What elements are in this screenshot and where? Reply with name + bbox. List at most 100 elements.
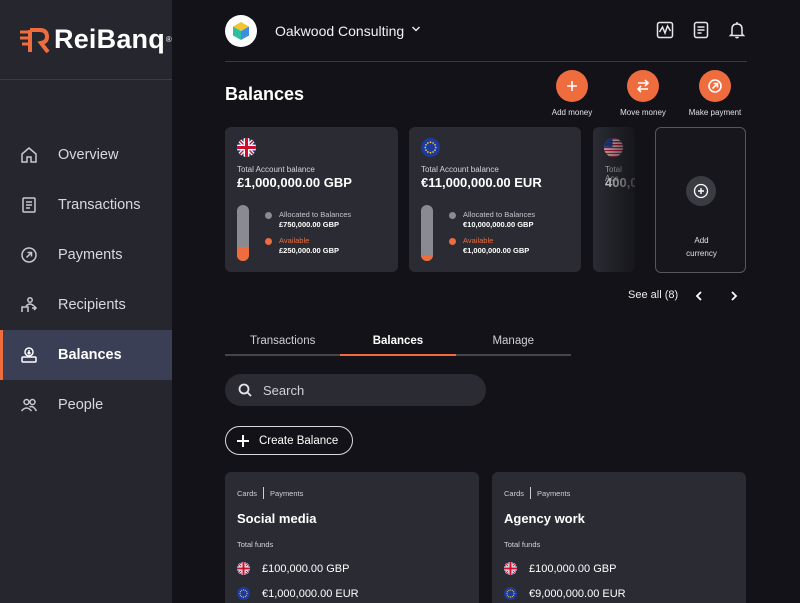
us-flag-icon [604, 138, 623, 157]
recipients-icon [21, 297, 38, 312]
people-icon [20, 398, 38, 412]
available-fill [421, 255, 433, 261]
allocated-value: €10,000,000.00 GBP [463, 220, 534, 229]
sidebar-item-label: Payments [58, 247, 123, 263]
see-all-link[interactable]: See all (8) [628, 289, 678, 301]
sidebar-item-label: Balances [58, 347, 122, 363]
sidebar-item-balances[interactable]: Balances [0, 330, 172, 380]
fund-row: €1,000,000.00 EUR [237, 587, 359, 600]
org-switcher-name[interactable]: Oakwood Consulting [275, 23, 404, 39]
chevron-right-icon [731, 291, 738, 301]
org-avatar[interactable] [225, 15, 257, 47]
eu-flag-icon [504, 587, 517, 600]
available-dot [265, 238, 272, 245]
available-label: Available [463, 236, 494, 245]
cube-logo-icon [233, 22, 249, 40]
tab-transactions[interactable]: Transactions [225, 332, 340, 354]
chevron-down-icon[interactable] [411, 24, 421, 34]
action-label: Add money [551, 108, 593, 117]
tag-divider [530, 487, 532, 499]
balance-card-eur[interactable]: Total Account balance €11,000,000.00 EUR… [409, 127, 581, 272]
balance-card-label: Total Account balance [421, 165, 499, 174]
carousel-next-button[interactable] [728, 289, 740, 301]
sidebar-item-payments[interactable]: Payments [0, 230, 172, 280]
create-balance-label: Create Balance [259, 434, 339, 447]
activity-icon[interactable] [656, 21, 674, 39]
brand-registered-mark: ® [165, 35, 172, 44]
wallet-card-agency-work[interactable]: Cards Payments Agency work Total funds £1… [492, 472, 746, 603]
wallet-card-social-media[interactable]: Cards Payments Social media Total funds £… [225, 472, 479, 603]
chevron-left-icon [695, 291, 702, 301]
eu-flag-icon [421, 138, 440, 157]
allocated-dot [265, 212, 272, 219]
top-header: Oakwood Consulting [225, 0, 747, 62]
document-icon [22, 197, 36, 213]
search-icon [238, 383, 252, 397]
sidebar-item-transactions[interactable]: Transactions [0, 180, 172, 230]
payment-arrow-icon [21, 247, 37, 263]
carousel-prev-button[interactable] [693, 289, 705, 301]
create-balance-button[interactable]: Create Balance [225, 426, 353, 455]
sidebar-item-overview[interactable]: Overview [0, 130, 172, 180]
tag-divider [263, 487, 265, 499]
tab-balances[interactable]: Balances [340, 332, 456, 356]
balance-card-usd[interactable]: Total Acc 400,0 [593, 127, 635, 272]
available-fill [237, 247, 249, 261]
section-tabs: Transactions Balances Manage [225, 332, 571, 356]
fund-value: £100,000.00 GBP [529, 562, 617, 575]
allocated-value: £750,000.00 GBP [279, 220, 340, 229]
balance-card-amount: €11,000,000.00 EUR [421, 175, 542, 190]
action-label: Make payment [688, 108, 742, 117]
allocation-bar [237, 205, 249, 261]
total-funds-label: Total funds [237, 540, 274, 549]
page-title: Balances [225, 84, 305, 104]
available-value: €1,000,000.00 GBP [463, 246, 530, 255]
tag-cards: Cards [504, 488, 525, 498]
report-icon[interactable] [692, 21, 710, 39]
sidebar-item-recipients[interactable]: Recipients [0, 280, 172, 330]
uk-flag-icon [504, 562, 517, 575]
brand-name: ReiBanq [54, 24, 165, 54]
fund-value: £100,000.00 GBP [262, 562, 350, 575]
available-label: Available [279, 236, 310, 245]
add-currency-label-line2: currency [686, 249, 717, 258]
tab-manage[interactable]: Manage [456, 332, 571, 354]
total-funds-label: Total funds [504, 540, 541, 549]
tag-cards: Cards [237, 488, 258, 498]
sidebar: ReiBanq ® Overview Transactions Payments … [0, 0, 172, 603]
make-payment-button[interactable]: Make payment [680, 70, 750, 117]
add-currency-button[interactable]: Add currency [655, 127, 746, 273]
search-input[interactable] [263, 380, 473, 400]
uk-flag-icon [237, 562, 250, 575]
home-icon [21, 147, 37, 163]
wallet-tags: Cards Payments [237, 487, 303, 499]
reibanq-logo-icon [20, 27, 50, 53]
fund-value: €1,000,000.00 EUR [262, 587, 359, 600]
allocated-label: Allocated to Balances [279, 210, 352, 219]
available-value: £250,000.00 GBP [279, 246, 340, 255]
add-currency-label: Add currency [656, 234, 747, 260]
notification-bell-icon[interactable] [728, 21, 746, 39]
tag-payments: Payments [270, 488, 304, 498]
swap-arrows-icon [636, 79, 650, 93]
plus-icon [237, 434, 249, 447]
tag-payments: Payments [537, 488, 571, 498]
fund-row: £100,000.00 GBP [504, 562, 616, 575]
sidebar-item-label: Transactions [58, 197, 141, 213]
balance-card-amount: £1,000,000.00 GBP [237, 175, 352, 190]
sidebar-item-label: People [58, 397, 104, 413]
fund-value: €9,000,000.00 EUR [529, 587, 626, 600]
move-money-button[interactable]: Move money [608, 70, 678, 117]
sidebar-item-label: Recipients [58, 297, 126, 313]
allocated-dot [449, 212, 456, 219]
send-arrow-icon [708, 79, 722, 93]
sidebar-item-people[interactable]: People [0, 380, 172, 430]
fund-row: €9,000,000.00 EUR [504, 587, 626, 600]
balance-card-amount: 400,0 [605, 175, 635, 190]
balance-card-gbp[interactable]: Total Account balance £1,000,000.00 GBP … [225, 127, 398, 272]
sidebar-nav: Overview Transactions Payments Recipient… [0, 130, 172, 430]
balance-card-label: Total Account balance [237, 165, 315, 174]
sidebar-item-label: Overview [58, 147, 119, 163]
add-money-button[interactable]: Add money [537, 70, 607, 117]
brand-logo[interactable]: ReiBanq ® [0, 0, 172, 80]
